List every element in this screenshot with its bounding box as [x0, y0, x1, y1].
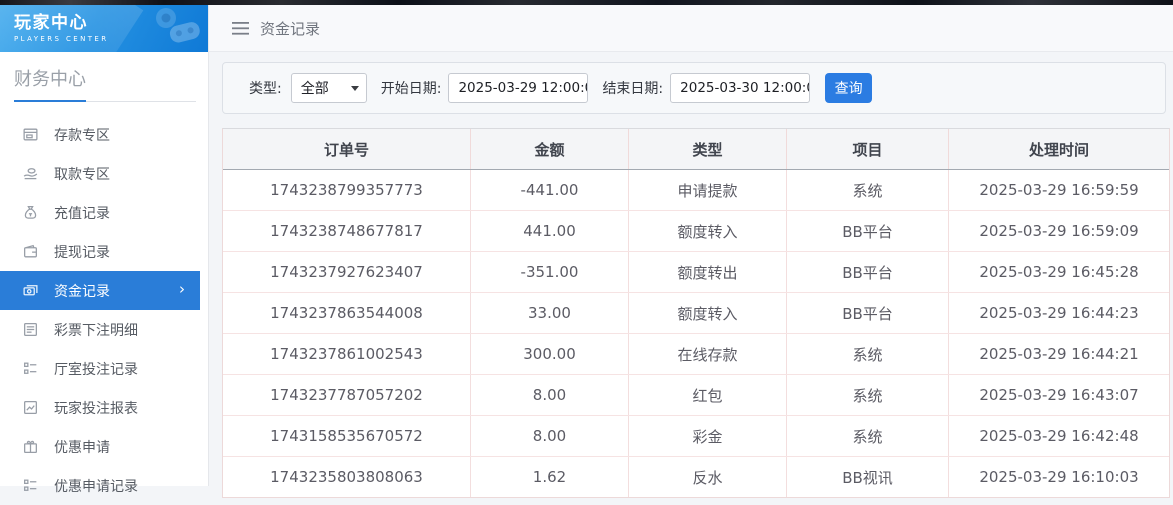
table-cell: 2025-03-29 16:59:09	[979, 222, 1139, 240]
table-cell: 8.00	[471, 375, 629, 415]
gamepad-icon	[142, 7, 204, 52]
wallet-icon	[22, 243, 39, 260]
hall-list-icon	[22, 360, 39, 377]
lottery-doc-icon	[22, 321, 39, 338]
query-button[interactable]: 查询	[825, 73, 873, 103]
table-row[interactable]: 1743237861002543 300.00 在线存款 系统 2025-03-29 1…	[223, 334, 1169, 375]
table-cell: 8.00	[471, 416, 629, 456]
section-divider	[14, 100, 196, 102]
logo-banner: 玩家中心 PLAYERS CENTER	[0, 5, 208, 52]
breadcrumb: 资金记录	[260, 19, 321, 38]
table-cell: 申请提款	[629, 170, 787, 210]
sidebar-item-1[interactable]: 取款专区 ›	[0, 154, 208, 193]
table-row[interactable]: 1743235803808063 1.62 反水 BB视讯 2025-03-29 16:…	[223, 457, 1169, 497]
column-header: 处理时间	[1028, 140, 1089, 159]
table-cell: 额度转入	[629, 293, 787, 333]
table-cell: 反水	[629, 457, 787, 497]
table-cell: 系统	[787, 334, 949, 374]
table-cell: 2025-03-29 16:42:48	[979, 427, 1139, 445]
table-cell: 在线存款	[629, 334, 787, 374]
table-cell: 1743158535670572	[223, 416, 471, 456]
type-label: 类型:	[249, 81, 282, 97]
logo-texts: 玩家中心 PLAYERS CENTER	[14, 12, 108, 43]
table-cell: BB平台	[787, 293, 949, 333]
table-cell: BB视讯	[787, 457, 949, 497]
table-cell: 1743237787057202	[223, 375, 471, 415]
sidebar: 玩家中心 PLAYERS CENTER 财务中心 存款专区 › 取款专区 ›	[0, 5, 209, 495]
table-header-row: 订单号 金额 类型 项目 处理时间	[223, 129, 1169, 170]
table-cell: 1743235803808063	[223, 457, 471, 497]
table-cell: 系统	[787, 416, 949, 456]
sidebar-item-5[interactable]: 彩票下注明细 ›	[0, 310, 208, 349]
banknotes-icon	[22, 282, 39, 299]
table-cell: 2025-03-29 16:44:23	[979, 304, 1139, 322]
moneybag-icon	[22, 204, 39, 221]
sidebar-menu: 存款专区 › 取款专区 › 充值记录 › 提现记录 › 资金记录 › 彩票下注明…	[0, 115, 208, 505]
table-cell: 系统	[787, 170, 949, 210]
sidebar-item-3[interactable]: 提现记录 ›	[0, 232, 208, 271]
table-cell: 300.00	[471, 334, 629, 374]
logo-subtitle: PLAYERS CENTER	[14, 35, 109, 43]
start-date-label: 开始日期:	[380, 81, 442, 97]
hamburger-menu-icon[interactable]	[232, 21, 249, 35]
sidebar-item-2[interactable]: 充值记录 ›	[0, 193, 208, 232]
type-select-value: 全部	[300, 81, 329, 97]
table-cell: 额度转出	[629, 252, 787, 292]
withdraw-hand-icon	[22, 165, 39, 182]
table-row[interactable]: 1743158535670572 8.00 彩金 系统 2025-03-29 16:42…	[223, 416, 1169, 457]
table-cell: 1743237861002543	[223, 334, 471, 374]
table-body: 1743238799357773 -441.00 申请提款 系统 2025-03-29 …	[223, 170, 1169, 497]
table-cell: 1743237863544008	[223, 293, 471, 333]
table-cell: -351.00	[471, 252, 629, 292]
table-cell: 1743238748677817	[223, 211, 471, 251]
table-cell: 2025-03-29 16:45:28	[979, 263, 1139, 281]
chevron-down-icon	[350, 86, 359, 91]
filter-panel: 类型: 全部 开始日期: 结束日期: 查询	[222, 62, 1166, 114]
table-row[interactable]: 1743237787057202 8.00 红包 系统 2025-03-29 16:43…	[223, 375, 1169, 416]
end-date-input[interactable]	[670, 73, 811, 103]
sidebar-item-4[interactable]: 资金记录 ›	[0, 271, 200, 310]
table-cell: BB平台	[787, 252, 949, 292]
table-cell: 2025-03-29 16:59:59	[979, 181, 1139, 199]
logo-title: 玩家中心	[14, 13, 88, 33]
divider-accent	[14, 100, 86, 102]
table-row[interactable]: 1743237927623407 -351.00 额度转出 BB平台 2025-03-2…	[223, 252, 1169, 293]
table-row[interactable]: 1743237863544008 33.00 额度转入 BB平台 2025-03-29 …	[223, 293, 1169, 334]
records-table: 订单号 金额 类型 项目 处理时间 1743238799357773 -441.00 申请提…	[222, 128, 1170, 498]
table-cell: 额度转入	[629, 211, 787, 251]
topbar: 资金记录	[209, 5, 1173, 52]
table-cell: BB平台	[787, 211, 949, 251]
table-cell: 2025-03-29 16:43:07	[979, 386, 1139, 404]
table-cell: 2025-03-29 16:44:21	[979, 345, 1139, 363]
table-cell: 系统	[787, 375, 949, 415]
table-cell: 1.62	[471, 457, 629, 497]
column-header: 订单号	[223, 129, 471, 169]
chevron-right-icon: ›	[179, 280, 185, 298]
promo-gift-icon	[22, 438, 39, 455]
divider-rest	[86, 100, 196, 102]
table-cell: 441.00	[471, 211, 629, 251]
start-date-input[interactable]	[448, 73, 589, 103]
type-select[interactable]: 全部	[290, 73, 367, 103]
report-chart-icon	[22, 399, 39, 416]
table-cell: 1743237927623407	[223, 252, 471, 292]
table-cell: 33.00	[471, 293, 629, 333]
table-row[interactable]: 1743238748677817 441.00 额度转入 BB平台 2025-03-29…	[223, 211, 1169, 252]
end-date-label: 结束日期:	[602, 81, 664, 97]
section-title: 财务中心	[14, 69, 86, 90]
sidebar-item-7[interactable]: 玩家投注报表 ›	[0, 388, 208, 427]
column-header: 金额	[471, 129, 629, 169]
column-header: 类型	[629, 129, 787, 169]
table-cell: 彩金	[629, 416, 787, 456]
sidebar-item-6[interactable]: 厅室投注记录 ›	[0, 349, 208, 388]
table-cell: -441.00	[471, 170, 629, 210]
table-cell: 2025-03-29 16:10:03	[979, 468, 1139, 486]
table-cell: 1743238799357773	[223, 170, 471, 210]
table-row[interactable]: 1743238799357773 -441.00 申请提款 系统 2025-03-29 …	[223, 170, 1169, 211]
sidebar-item-8[interactable]: 优惠申请 ›	[0, 427, 208, 466]
table-cell: 红包	[629, 375, 787, 415]
deposit-machine-icon	[22, 126, 39, 143]
column-header: 项目	[787, 129, 949, 169]
sidebar-item-0[interactable]: 存款专区 ›	[0, 115, 208, 154]
